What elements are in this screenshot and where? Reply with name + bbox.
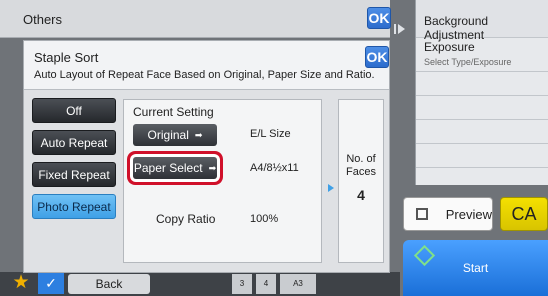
dialog-ok-button[interactable]: OK xyxy=(365,46,389,68)
dialog-title: Staple Sort xyxy=(34,50,99,65)
exposure-label: Exposure xyxy=(424,40,475,54)
ca-button[interactable]: CA xyxy=(500,197,548,231)
staple-sort-dialog: Staple Sort Auto Layout of Repeat Face B… xyxy=(23,40,390,273)
arrow-right-icon: ➡ xyxy=(208,162,217,173)
star-icon[interactable]: ★ xyxy=(10,272,32,294)
fixed-repeat-button[interactable]: Fixed Repeat xyxy=(32,162,116,187)
start-icon xyxy=(413,244,436,267)
panel-row[interactable] xyxy=(416,96,548,120)
paper-select-button[interactable]: Paper Select ➡ xyxy=(133,157,217,179)
arrow-right-icon: ➡ xyxy=(194,129,203,140)
start-label: Start xyxy=(462,261,489,275)
faces-panel[interactable]: No. of Faces 4 xyxy=(338,99,384,263)
start-button[interactable]: Start xyxy=(403,240,548,296)
exposure-sublabel: Select Type/Exposure xyxy=(424,57,512,67)
paper-select-value: A4/8½x11 xyxy=(250,162,299,174)
panel-row[interactable] xyxy=(416,72,548,96)
preview-button[interactable]: Preview xyxy=(403,197,493,231)
paper-size-indicator: A3 xyxy=(280,274,316,294)
preview-icon xyxy=(416,208,428,220)
original-label: Original xyxy=(147,128,189,142)
panel-row[interactable] xyxy=(416,144,548,168)
paper-select-label: Paper Select xyxy=(133,161,203,175)
copy-ratio-label: Copy Ratio xyxy=(156,212,216,226)
screen-title: Others xyxy=(23,12,63,27)
exposure-item[interactable]: Exposure Select Type/Exposure xyxy=(416,38,548,72)
tray-indicator: 4 xyxy=(256,274,276,294)
photo-repeat-button[interactable]: Photo Repeat xyxy=(32,194,116,219)
check-icon[interactable]: ✓ xyxy=(38,272,64,294)
current-setting-panel: Current Setting Original ➡ E/L Size Pape… xyxy=(123,99,322,263)
current-setting-heading: Current Setting xyxy=(133,105,214,119)
arrow-right-icon xyxy=(328,184,334,192)
off-button[interactable]: Off xyxy=(32,98,116,123)
copy-ratio-value: 100% xyxy=(250,213,279,225)
tray-indicator: 3 xyxy=(232,274,252,294)
preview-label: Preview xyxy=(445,206,492,222)
original-button[interactable]: Original ➡ xyxy=(133,124,217,146)
back-ok-button[interactable]: OK xyxy=(367,7,391,29)
top-bar: Others xyxy=(0,0,390,38)
dialog-subtitle: Auto Layout of Repeat Face Based on Orig… xyxy=(34,69,375,81)
faces-value: 4 xyxy=(357,187,365,203)
auto-repeat-button[interactable]: Auto Repeat xyxy=(32,130,116,155)
original-value: E/L Size xyxy=(250,128,291,140)
faces-label: No. of Faces xyxy=(346,153,376,178)
panel-row[interactable] xyxy=(416,120,548,144)
dialog-body: Off Auto Repeat Fixed Repeat Photo Repea… xyxy=(24,89,389,272)
right-panel: Background Adjustment Exposure Select Ty… xyxy=(415,0,548,185)
play-icon[interactable] xyxy=(394,24,405,34)
back-button[interactable]: Back xyxy=(68,274,150,294)
background-adjustment-item[interactable]: Background Adjustment xyxy=(416,0,548,42)
